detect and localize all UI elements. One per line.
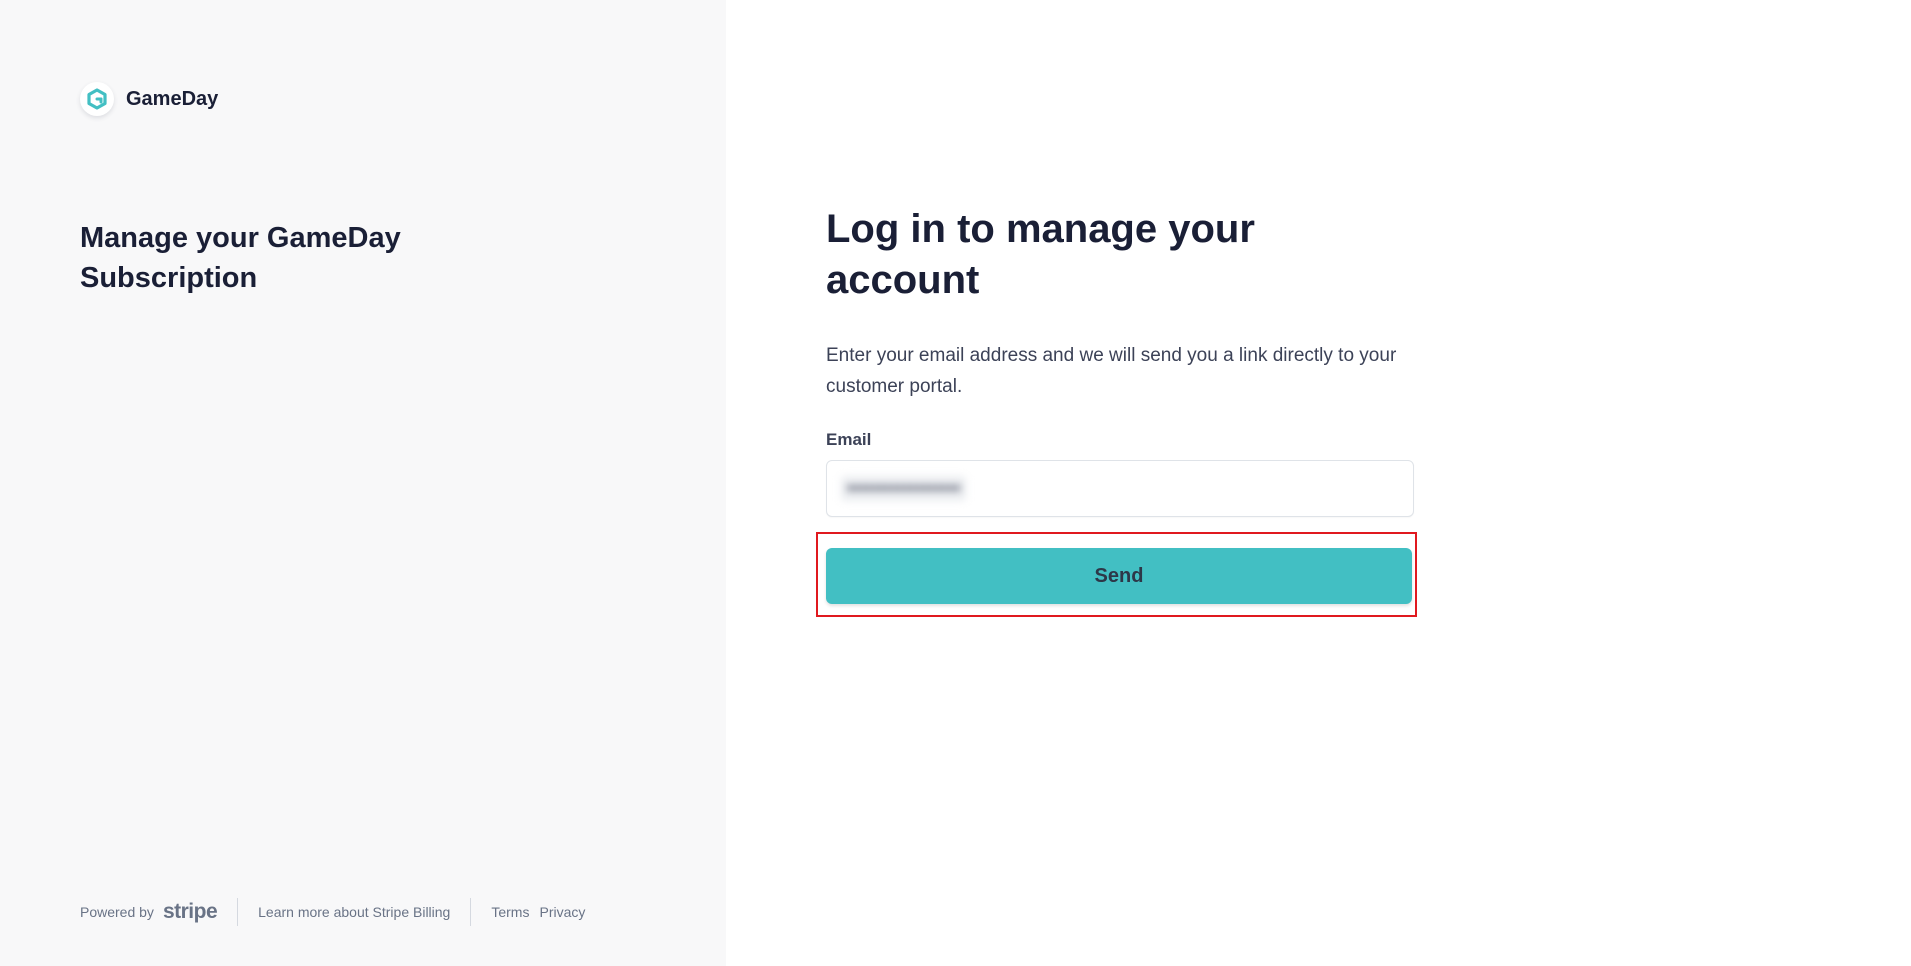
portal-heading: Manage your GameDay Subscription (80, 222, 401, 294)
powered-by-stripe[interactable]: Powered by stripe (80, 900, 218, 924)
terms-link[interactable]: Terms (491, 904, 529, 920)
learn-more-link[interactable]: Learn more about Stripe Billing (258, 904, 450, 920)
login-description: Enter your email address and we will sen… (826, 345, 1397, 397)
send-button[interactable]: Send (826, 548, 1412, 604)
email-input[interactable]: •••••••••••••••••• (826, 460, 1414, 517)
footer-divider (470, 898, 472, 926)
page: GameDay Manage your GameDay Subscription… (0, 0, 1911, 966)
privacy-link[interactable]: Privacy (539, 904, 585, 920)
stripe-logo: stripe (162, 900, 218, 923)
email-value: •••••••••••••••••• (841, 476, 967, 501)
gameday-logo-icon (80, 82, 114, 116)
login-form: Log in to manage your account Enter your… (826, 204, 1414, 517)
brand[interactable]: GameDay (80, 82, 218, 116)
email-label: Email (826, 430, 872, 449)
left-panel: GameDay Manage your GameDay Subscription… (0, 0, 726, 966)
login-title: Log in to manage your account (826, 207, 1255, 302)
brand-name: GameDay (126, 87, 219, 110)
footer-divider (237, 898, 239, 926)
footer: Powered by stripe Learn more about Strip… (80, 898, 585, 926)
powered-by-label: Powered by (80, 904, 154, 920)
